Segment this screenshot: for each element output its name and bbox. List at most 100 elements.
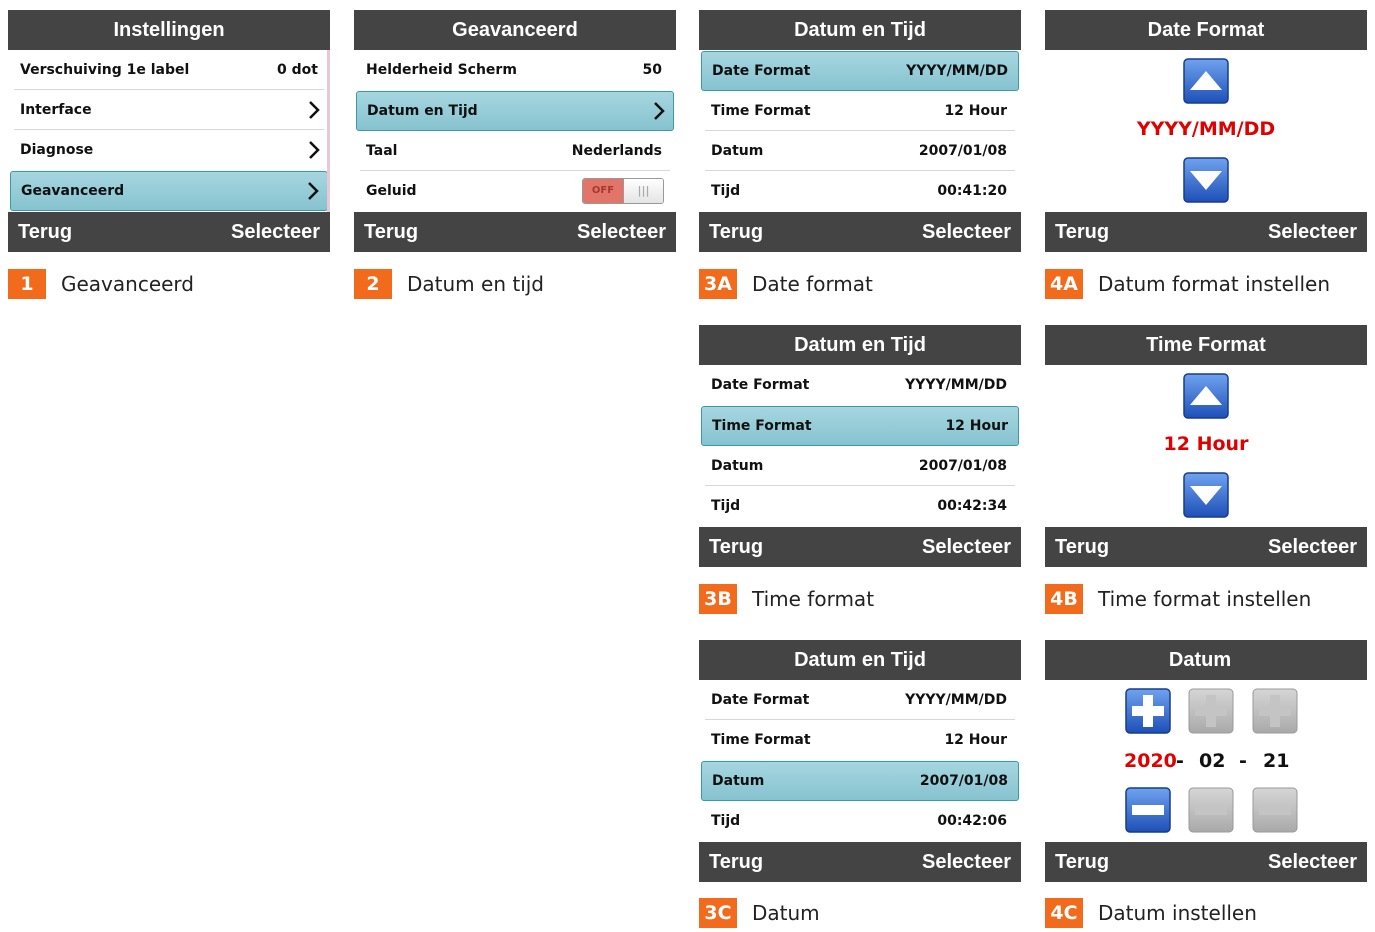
footer-bar: Terug Selecteer	[699, 212, 1021, 252]
menu-item-value: YYYY/MM/DD	[905, 377, 1007, 393]
month-minus-button[interactable]	[1188, 787, 1234, 833]
step-badge: 3A	[699, 269, 737, 299]
back-button[interactable]: Terug	[709, 842, 763, 882]
menu-item-date-format[interactable]: Date Format YYYY/MM/DD	[699, 680, 1021, 720]
menu-item-label: Geluid	[366, 183, 417, 199]
menu-item-verschuiving[interactable]: Verschuiving 1e label 0 dot	[8, 50, 330, 90]
menu-item-datum-en-tijd[interactable]: Datum en Tijd	[356, 91, 674, 131]
footer-bar: Terug Selecteer	[354, 212, 676, 252]
back-button[interactable]: Terug	[1055, 212, 1109, 252]
screen-datum: Datum 2020 - 02 - 21 Terug Selecteer	[1045, 640, 1367, 882]
scrollbar[interactable]	[327, 50, 330, 212]
menu-item-label: Time Format	[711, 103, 811, 119]
step-text: Datum en tijd	[407, 272, 545, 296]
select-button[interactable]: Selecteer	[577, 212, 666, 252]
year-value: 2020	[1124, 750, 1177, 772]
menu-item-geavanceerd[interactable]: Geavanceerd	[10, 171, 328, 211]
footer-bar: Terug Selecteer	[699, 842, 1021, 882]
menu-item-value: 50	[642, 62, 662, 78]
menu-item-tijd[interactable]: Tijd 00:41:20	[699, 171, 1021, 211]
select-button[interactable]: Selecteer	[1268, 527, 1357, 567]
menu-item-tijd[interactable]: Tijd 00:42:06	[699, 801, 1021, 841]
toggle-knob[interactable]: |||	[623, 179, 663, 203]
date-format-value: YYYY/MM/DD	[1136, 118, 1276, 140]
menu-item-diagnose[interactable]: Diagnose	[8, 130, 330, 170]
menu-item-label: Tijd	[711, 813, 741, 829]
menu-item-time-format[interactable]: Time Format 12 Hour	[699, 720, 1021, 760]
menu-item-date-format[interactable]: Date Format YYYY/MM/DD	[701, 51, 1019, 91]
step-text: Datum format instellen	[1098, 272, 1330, 296]
menu-item-tijd[interactable]: Tijd 00:42:34	[699, 486, 1021, 526]
menu-item-time-format[interactable]: Time Format 12 Hour	[699, 91, 1021, 131]
screen-title: Date Format	[1045, 10, 1367, 50]
step-badge: 3B	[699, 584, 737, 614]
menu-item-value: 12 Hour	[944, 732, 1007, 748]
arrow-up-button[interactable]	[1183, 373, 1229, 419]
sound-toggle[interactable]: OFF |||	[582, 178, 664, 204]
back-button[interactable]: Terug	[18, 212, 72, 252]
menu-item-value: 0 dot	[277, 62, 318, 78]
arrow-down-button[interactable]	[1183, 472, 1229, 518]
step-text: Datum instellen	[1098, 901, 1257, 925]
screen-title: Datum en Tijd	[699, 10, 1021, 50]
back-button[interactable]: Terug	[709, 212, 763, 252]
screen-title: Instellingen	[8, 10, 330, 50]
screen-datum-en-tijd-b: Datum en Tijd Date Format YYYY/MM/DD Tim…	[699, 325, 1021, 567]
back-button[interactable]: Terug	[709, 527, 763, 567]
screen-title: Time Format	[1045, 325, 1367, 365]
day-minus-button[interactable]	[1252, 787, 1298, 833]
select-button[interactable]: Selecteer	[1268, 212, 1357, 252]
month-plus-button[interactable]	[1188, 688, 1234, 734]
select-button[interactable]: Selecteer	[922, 527, 1011, 567]
menu-item-value: 00:41:20	[937, 183, 1007, 199]
screen-datum-en-tijd-a: Datum en Tijd Date Format YYYY/MM/DD Tim…	[699, 10, 1021, 252]
time-format-value: 12 Hour	[1163, 433, 1249, 455]
menu-item-time-format[interactable]: Time Format 12 Hour	[701, 406, 1019, 446]
screen-title: Datum	[1045, 640, 1367, 680]
step-text: Geavanceerd	[61, 272, 194, 296]
menu-item-interface[interactable]: Interface	[8, 90, 330, 130]
menu-item-helderheid[interactable]: Helderheid Scherm 50	[354, 50, 676, 90]
back-button[interactable]: Terug	[1055, 842, 1109, 882]
menu-item-label: Datum en Tijd	[367, 103, 478, 119]
back-button[interactable]: Terug	[1055, 527, 1109, 567]
step-badge: 1	[8, 269, 46, 299]
menu-item-taal[interactable]: Taal Nederlands	[354, 131, 676, 171]
select-button[interactable]: Selecteer	[231, 212, 320, 252]
menu-item-datum[interactable]: Datum 2007/01/08	[699, 131, 1021, 171]
menu-item-label: Date Format	[711, 377, 810, 393]
menu-item-value: 12 Hour	[945, 418, 1008, 434]
day-plus-button[interactable]	[1252, 688, 1298, 734]
step-text: Date format	[752, 272, 873, 296]
arrow-up-button[interactable]	[1183, 58, 1229, 104]
menu-item-label: Time Format	[712, 418, 812, 434]
menu-item-label: Date Format	[712, 63, 811, 79]
step-badge: 4C	[1045, 898, 1083, 928]
menu-list: Date Format YYYY/MM/DD Time Format 12 Ho…	[699, 365, 1021, 527]
select-button[interactable]: Selecteer	[1268, 842, 1357, 882]
menu-item-datum[interactable]: Datum 2007/01/08	[701, 761, 1019, 801]
step-badge: 4B	[1045, 584, 1083, 614]
date-separator: -	[1239, 750, 1247, 772]
menu-item-geluid[interactable]: Geluid OFF |||	[354, 171, 676, 211]
menu-item-label: Interface	[20, 102, 92, 118]
arrow-down-button[interactable]	[1183, 157, 1229, 203]
step-text: Datum	[752, 901, 820, 925]
select-button[interactable]: Selecteer	[922, 842, 1011, 882]
menu-item-datum[interactable]: Datum 2007/01/08	[699, 446, 1021, 486]
year-plus-button[interactable]	[1125, 688, 1171, 734]
menu-item-date-format[interactable]: Date Format YYYY/MM/DD	[699, 365, 1021, 405]
chevron-right-icon	[309, 101, 320, 119]
chevron-right-icon	[654, 102, 665, 120]
menu-item-value: 12 Hour	[944, 103, 1007, 119]
menu-item-label: Geavanceerd	[21, 183, 125, 199]
screen-title: Datum en Tijd	[699, 640, 1021, 680]
menu-item-label: Date Format	[711, 692, 810, 708]
menu-item-label: Datum	[711, 458, 764, 474]
menu-item-value: 2007/01/08	[919, 773, 1008, 789]
footer-bar: Terug Selecteer	[1045, 527, 1367, 567]
back-button[interactable]: Terug	[364, 212, 418, 252]
select-button[interactable]: Selecteer	[922, 212, 1011, 252]
year-minus-button[interactable]	[1125, 787, 1171, 833]
chevron-right-icon	[308, 182, 319, 200]
